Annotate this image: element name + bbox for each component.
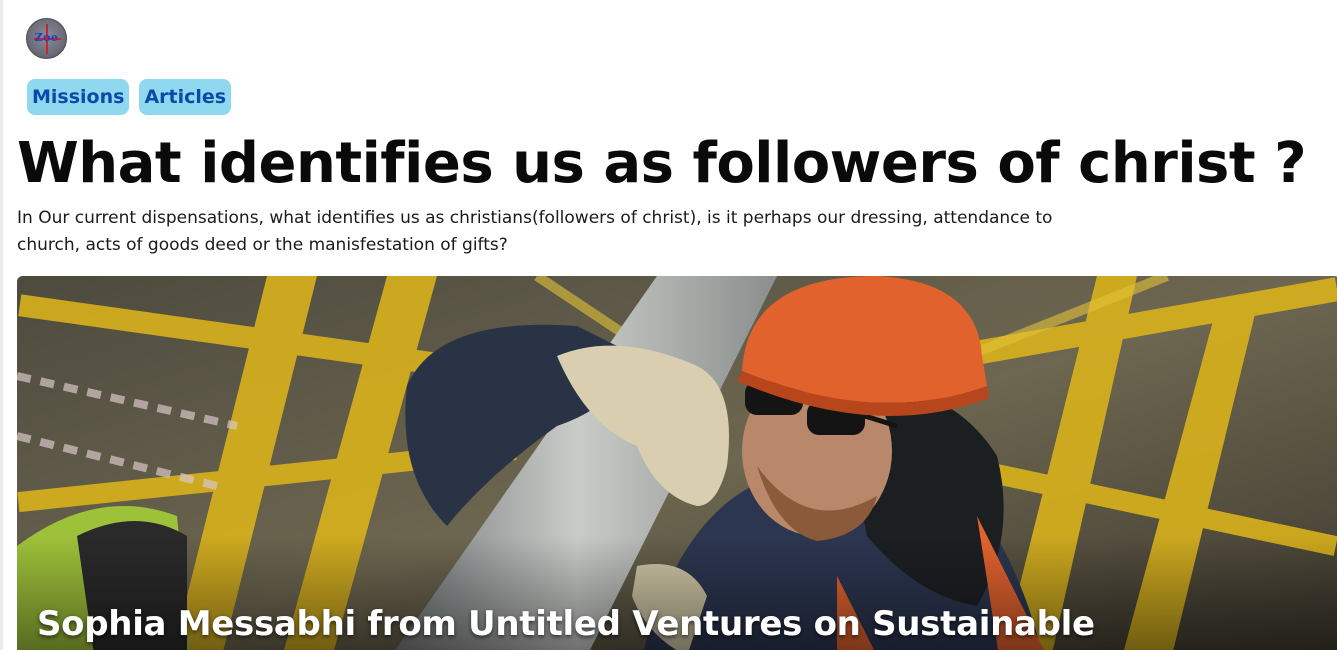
- hero-caption: Sophia Messabhi from Untitled Ventures o…: [37, 604, 1095, 644]
- site-logo-avatar[interactable]: Zoe: [26, 18, 67, 59]
- hero-card[interactable]: Sophia Messabhi from Untitled Ventures o…: [17, 276, 1337, 650]
- tag-missions[interactable]: Missions: [27, 79, 130, 115]
- hero-image: [17, 276, 1337, 650]
- category-tags: Missions Articles: [27, 79, 232, 115]
- article-summary: In Our current dispensations, what ident…: [17, 208, 1053, 255]
- page: Zoe Missions Articles What identifies us…: [0, 0, 1337, 650]
- logo-text: Zoe: [34, 31, 59, 44]
- article-title: What identifies us as followers of chris…: [17, 131, 1307, 196]
- tag-articles[interactable]: Articles: [139, 79, 232, 115]
